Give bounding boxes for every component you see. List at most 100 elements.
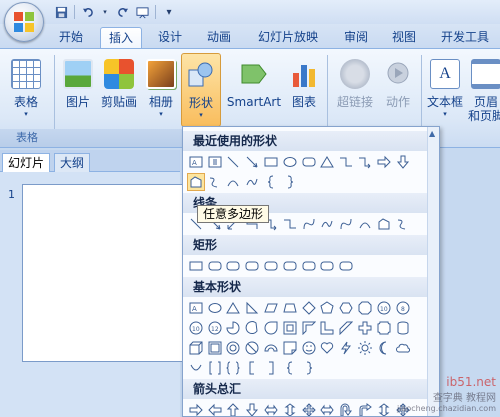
textbox-button[interactable]: A 文本框 ▾ (424, 53, 466, 125)
vtextbox-shape-icon[interactable] (206, 153, 224, 171)
smartart-button[interactable]: SmartArt (224, 53, 284, 125)
tri-shape-icon[interactable] (319, 153, 337, 171)
chord-shape-icon[interactable] (243, 319, 261, 337)
diamond-shape-icon[interactable] (300, 299, 318, 317)
smiley-shape-icon[interactable] (300, 339, 318, 357)
scroll-up-arrow-icon[interactable]: ▲ (429, 129, 435, 138)
slide-thumbnail[interactable] (22, 184, 187, 362)
curvec-shape-icon[interactable] (300, 215, 318, 233)
scribble-shape-icon[interactable] (394, 215, 412, 233)
sun-shape-icon[interactable] (356, 339, 374, 357)
hex-shape-icon[interactable] (337, 299, 355, 317)
pent-shape-icon[interactable] (319, 299, 337, 317)
slideshow-icon[interactable] (135, 5, 149, 19)
curve-shape-icon[interactable] (243, 173, 261, 191)
bolt-shape-icon[interactable] (337, 339, 355, 357)
customize-qat-icon[interactable]: ▾ (162, 5, 176, 19)
bentarrow-shape-icon[interactable] (356, 401, 374, 416)
rrect-shape-icon[interactable] (262, 257, 280, 275)
ellipse-shape-icon[interactable] (281, 153, 299, 171)
save-icon[interactable] (54, 5, 68, 19)
noentry-shape-icon[interactable] (243, 339, 261, 357)
ellipse-shape-icon[interactable] (206, 299, 224, 317)
moon-shape-icon[interactable] (375, 339, 393, 357)
picture-button[interactable]: 图片 (60, 53, 96, 125)
table-button[interactable]: 表格 ▾ (6, 53, 46, 125)
diagstripe-shape-icon[interactable] (337, 319, 355, 337)
clipart-button[interactable]: 剪贴画 (98, 53, 140, 125)
arcb-shape-icon[interactable] (187, 359, 205, 377)
circ12-shape-icon[interactable]: 12 (206, 319, 224, 337)
curvec-shape-icon[interactable] (337, 215, 355, 233)
arc-shape-icon[interactable] (356, 215, 374, 233)
curve-shape-icon[interactable] (319, 215, 337, 233)
shapes-button[interactable]: 形状 ▾ (181, 53, 221, 127)
lrarrow-shape-icon[interactable] (262, 401, 280, 416)
lbracket-shape-icon[interactable] (243, 359, 261, 377)
office-button[interactable] (4, 2, 44, 42)
action-button[interactable]: 动作 (380, 53, 416, 125)
darrow-shape-icon[interactable] (243, 401, 261, 416)
elbow-shape-icon[interactable] (281, 215, 299, 233)
tab-insert[interactable]: 插入 (100, 27, 142, 48)
pie-shape-icon[interactable] (225, 319, 243, 337)
donut-shape-icon[interactable] (225, 339, 243, 357)
rbracket-shape-icon[interactable] (262, 359, 280, 377)
header-footer-button[interactable]: 页眉 和页脚 (468, 53, 500, 125)
frame-shape-icon[interactable] (281, 319, 299, 337)
rbrace-shape-icon[interactable] (300, 359, 318, 377)
tri-shape-icon[interactable] (225, 299, 243, 317)
arrowline-shape-icon[interactable] (243, 153, 261, 171)
elbow-shape-icon[interactable] (337, 153, 355, 171)
rect-shape-icon[interactable] (187, 257, 205, 275)
rrect-shape-icon[interactable] (206, 257, 224, 275)
circ10-shape-icon[interactable]: 10 (375, 299, 393, 317)
lbrace-shape-icon[interactable] (262, 173, 280, 191)
tab-animations[interactable]: 动画 (199, 27, 239, 48)
scribble-shape-icon[interactable] (206, 173, 224, 191)
tab-review[interactable]: 审阅 (336, 27, 376, 48)
dbracket-shape-icon[interactable] (206, 359, 224, 377)
tab-design[interactable]: 设计 (150, 27, 190, 48)
rrect-shape-icon[interactable] (281, 257, 299, 275)
rarrow-shape-icon[interactable] (187, 401, 205, 416)
lshape-shape-icon[interactable] (319, 319, 337, 337)
fold-shape-icon[interactable] (281, 339, 299, 357)
plaque-shape-icon[interactable] (375, 319, 393, 337)
cube-shape-icon[interactable] (187, 339, 205, 357)
tear-shape-icon[interactable] (262, 319, 280, 337)
freeform-shape-icon[interactable] (375, 215, 393, 233)
lbrace-shape-icon[interactable] (281, 359, 299, 377)
udarrow-shape-icon[interactable] (281, 401, 299, 416)
rect-shape-icon[interactable] (262, 153, 280, 171)
textbox-shape-icon[interactable]: A (187, 153, 205, 171)
elbowarrow-shape-icon[interactable] (356, 153, 374, 171)
circ10-shape-icon[interactable]: 10 (187, 319, 205, 337)
oct-shape-icon[interactable] (356, 299, 374, 317)
trap-shape-icon[interactable] (281, 299, 299, 317)
can-shape-icon[interactable] (394, 319, 412, 337)
heart-shape-icon[interactable] (319, 339, 337, 357)
hyperlink-button[interactable]: 超链接 (332, 53, 378, 125)
cloud-shape-icon[interactable] (394, 339, 412, 357)
para-shape-icon[interactable] (262, 299, 280, 317)
darrow-shape-icon[interactable] (394, 153, 412, 171)
rrect-shape-icon[interactable] (243, 257, 261, 275)
chart-button[interactable]: 图表 (286, 53, 322, 125)
rtri-shape-icon[interactable] (243, 299, 261, 317)
tab-view[interactable]: 视图 (384, 27, 424, 48)
blockarc-shape-icon[interactable] (262, 339, 280, 357)
rrect-shape-icon[interactable] (300, 153, 318, 171)
rrect-shape-icon[interactable] (300, 257, 318, 275)
larrow-shape-icon[interactable] (206, 401, 224, 416)
rbrace-shape-icon[interactable] (281, 173, 299, 191)
tab-slideshow[interactable]: 幻灯片放映 (250, 27, 326, 48)
rrect-shape-icon[interactable] (225, 257, 243, 275)
photo-album-button[interactable]: 相册 ▾ (144, 53, 178, 125)
freeform-shape-icon[interactable] (187, 173, 205, 191)
tab-home[interactable]: 开始 (50, 27, 92, 48)
tab-developer[interactable]: 开发工具 (432, 27, 498, 48)
rarrow-shape-icon[interactable] (375, 153, 393, 171)
redo-icon[interactable] (115, 5, 129, 19)
lrarrow-shape-icon[interactable] (319, 401, 337, 416)
